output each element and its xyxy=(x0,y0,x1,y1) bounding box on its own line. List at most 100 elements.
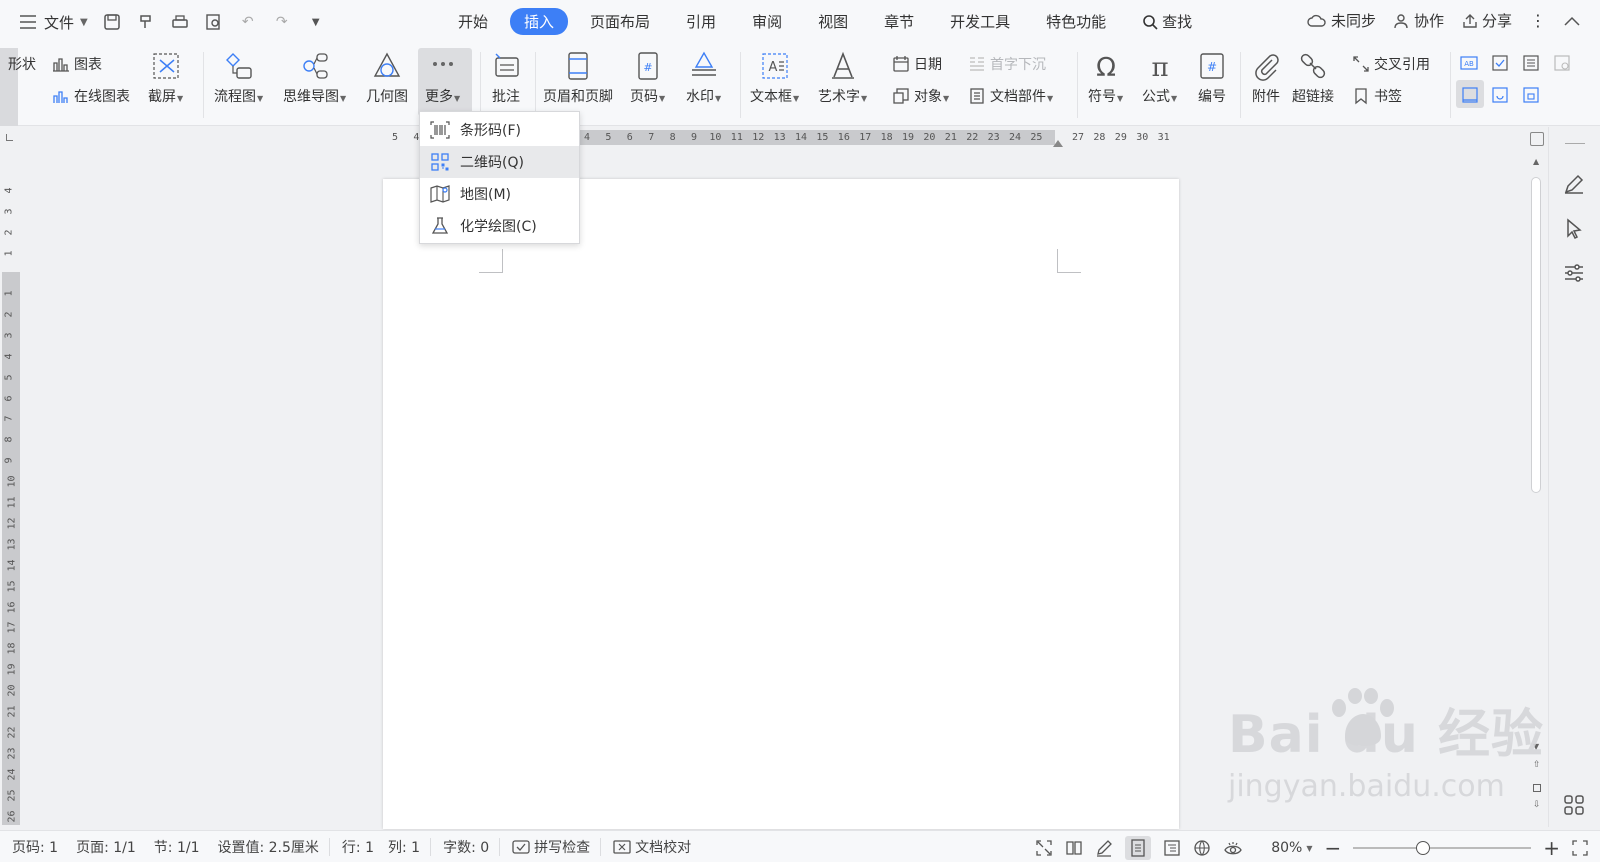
status-word-count[interactable]: 字数: 0 xyxy=(443,837,489,857)
search-button[interactable]: 查找 xyxy=(1128,8,1206,35)
tab-special[interactable]: 特色功能 xyxy=(1032,8,1120,35)
page-view-button[interactable] xyxy=(1125,836,1152,860)
tab-section[interactable]: 章节 xyxy=(870,8,928,35)
menu-item-label: 化学绘图(C) xyxy=(460,219,537,235)
docparts-button[interactable]: 文档部件▼ xyxy=(968,86,1053,106)
zoom-slider[interactable] xyxy=(1353,841,1532,855)
menu-item-map[interactable]: 地图(M) xyxy=(420,178,579,210)
shape-button[interactable]: 形状 xyxy=(8,54,36,74)
symbol-button[interactable]: Ω 符号▼ xyxy=(1088,50,1123,106)
doc-proof-button[interactable]: 文档校对 xyxy=(613,837,691,857)
zoom-level-select[interactable]: 80% ▼ xyxy=(1271,840,1312,856)
status-setting[interactable]: 设置值: 2.5厘米 xyxy=(217,837,318,857)
form-properties-icon[interactable] xyxy=(1491,86,1509,104)
fit-window-icon[interactable] xyxy=(1572,840,1588,856)
formula-button[interactable]: π 公式▼ xyxy=(1142,50,1177,106)
spell-check-icon xyxy=(512,839,530,854)
baidu-paw-icon xyxy=(1332,688,1394,746)
comment-button[interactable]: 批注 xyxy=(490,50,522,106)
object-icon xyxy=(893,88,909,104)
zoom-slider-knob[interactable] xyxy=(1416,841,1431,855)
status-section[interactable]: 节: 1/1 xyxy=(154,837,200,857)
flowchart-button[interactable]: 流程图▼ xyxy=(214,50,263,106)
online-chart-button[interactable]: 在线图表 xyxy=(52,86,130,106)
object-button[interactable]: 对象▼ xyxy=(892,86,949,106)
geometry-button[interactable]: 几何图 xyxy=(366,50,408,106)
attachment-button[interactable]: 附件 xyxy=(1250,50,1282,106)
cursor-icon[interactable] xyxy=(1562,217,1586,241)
status-page-code[interactable]: 页码: 1 xyxy=(12,837,58,857)
collab-button[interactable]: 协作 xyxy=(1394,10,1444,31)
menu-item-chem-drawing[interactable]: 化学绘图(C) xyxy=(420,210,579,242)
print-icon[interactable] xyxy=(170,12,190,32)
more-options-icon[interactable]: ⋮ xyxy=(1530,11,1546,30)
tab-stop-selector[interactable] xyxy=(6,134,13,141)
split-view-icon[interactable] xyxy=(1530,132,1544,146)
paperclip-icon xyxy=(1255,54,1279,81)
spell-check-button[interactable]: 拼写检查 xyxy=(512,837,590,857)
web-view-icon[interactable] xyxy=(1193,839,1211,857)
form-lock-icon[interactable] xyxy=(1522,86,1540,104)
page-number-button[interactable]: # 页码▼ xyxy=(630,50,665,106)
tab-references[interactable]: 引用 xyxy=(672,8,730,35)
outline-view-icon[interactable] xyxy=(1163,839,1181,857)
menu-item-label: 地图(M) xyxy=(460,187,512,203)
fullscreen-icon[interactable] xyxy=(1035,839,1053,857)
scrollbar-thumb[interactable] xyxy=(1531,177,1541,493)
tab-view[interactable]: 视图 xyxy=(804,8,862,35)
right-indent-marker[interactable] xyxy=(1053,140,1063,147)
tab-insert[interactable]: 插入 xyxy=(510,8,569,35)
form-checkbox-icon[interactable] xyxy=(1491,54,1509,72)
tab-home[interactable]: 开始 xyxy=(444,8,502,35)
sync-status-button[interactable]: 未同步 xyxy=(1307,10,1376,31)
numbering-button[interactable]: # 编号 xyxy=(1196,50,1228,106)
numbering-label: 编号 xyxy=(1198,89,1226,105)
redo-icon[interactable]: ↷ xyxy=(272,12,292,32)
eye-protection-icon[interactable] xyxy=(1223,839,1243,857)
form-image-icon[interactable] xyxy=(1553,54,1571,72)
form-textbox-icon[interactable]: AB xyxy=(1460,54,1478,72)
tab-review[interactable]: 审阅 xyxy=(738,8,796,35)
customize-toolbar-icon[interactable]: ▼ xyxy=(306,12,326,32)
watermark-button[interactable]: 水印▼ xyxy=(686,50,721,106)
settings-sliders-icon[interactable] xyxy=(1562,261,1586,285)
menu-item-qrcode[interactable]: 二维码(Q) xyxy=(420,146,579,178)
screenshot-button[interactable]: 截屏▼ xyxy=(148,50,183,106)
more-button-content[interactable]: 更多▼ xyxy=(425,50,460,106)
bookmark-button[interactable]: 书签 xyxy=(1352,86,1402,106)
menu-item-barcode[interactable]: 条形码(F) xyxy=(420,114,579,146)
dropcap-button[interactable]: 首字下沉 xyxy=(968,54,1046,74)
form-list-icon[interactable] xyxy=(1522,54,1540,72)
undo-icon[interactable]: ↶ xyxy=(238,12,258,32)
document-page[interactable] xyxy=(383,179,1179,829)
tab-page-layout[interactable]: 页面布局 xyxy=(576,8,664,35)
zoom-in-icon[interactable]: + xyxy=(1543,838,1560,858)
wordart-button[interactable]: 艺术字▼ xyxy=(818,50,867,106)
mindmap-button[interactable]: 思维导图▼ xyxy=(283,50,346,106)
format-painter-icon[interactable] xyxy=(136,12,156,32)
shape-label: 形状 xyxy=(8,57,36,73)
zoom-out-icon[interactable]: − xyxy=(1324,838,1341,858)
header-footer-button[interactable]: 页眉和页脚 xyxy=(543,50,613,106)
file-menu[interactable]: 文件 ▼ xyxy=(18,12,88,33)
textbox-button[interactable]: A 文本框▼ xyxy=(750,50,799,106)
scroll-up-icon[interactable]: ▲ xyxy=(1533,157,1539,166)
share-button[interactable]: 分享 xyxy=(1462,10,1512,31)
vertical-ruler-tick-label: 12 xyxy=(6,517,18,530)
pen-icon[interactable] xyxy=(1562,172,1586,196)
chart-button[interactable]: 图表 xyxy=(52,54,102,74)
collapse-ribbon-icon[interactable] xyxy=(1564,16,1580,26)
reading-mode-icon[interactable] xyxy=(1065,839,1083,857)
status-page[interactable]: 页面: 1/1 xyxy=(76,837,136,857)
ruler-tick-label: 4 xyxy=(584,132,591,143)
print-preview-icon[interactable] xyxy=(204,12,224,32)
crossref-button[interactable]: 交叉引用 xyxy=(1352,54,1430,74)
grid-apps-icon[interactable] xyxy=(1562,793,1586,817)
tab-developer[interactable]: 开发工具 xyxy=(936,8,1024,35)
hyperlink-button[interactable]: 超链接 xyxy=(1292,50,1334,106)
write-mode-icon[interactable] xyxy=(1095,839,1113,857)
date-button[interactable]: 日期 xyxy=(892,54,942,74)
bookmark-icon xyxy=(1355,88,1367,105)
save-icon[interactable] xyxy=(102,12,122,32)
vertical-ruler-tick-label: 18 xyxy=(6,642,18,655)
